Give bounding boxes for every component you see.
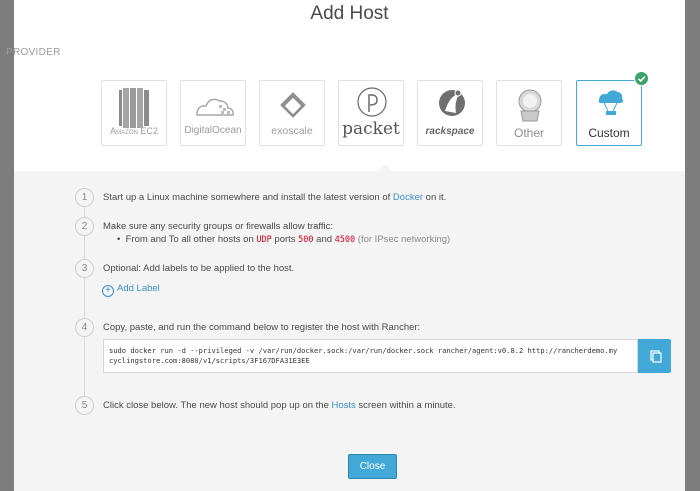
bullet-dot: • [117, 234, 126, 245]
step-4-text: Copy, paste, and run the command below t… [103, 322, 421, 333]
step-1-text: Start up a Linux machine somewhere and i… [103, 192, 446, 203]
provider-label-packet: packet [342, 119, 400, 139]
step-1-number: 1 [75, 188, 94, 207]
provider-label-rackspace: rackspace [425, 126, 475, 137]
bullet-and-text: and [313, 234, 335, 245]
selected-check-icon [634, 71, 649, 86]
add-label-button[interactable]: + Add Label [102, 283, 160, 297]
provider-label: PROVIDER [6, 47, 61, 58]
step-3-number: 3 [75, 259, 94, 278]
close-button[interactable]: Close [348, 454, 397, 479]
hosts-link[interactable]: Hosts [332, 400, 356, 411]
command-line-2: cyclingstore.com:8080/v1/scripts/3F167DF… [109, 356, 310, 365]
copy-icon [650, 350, 662, 363]
command-line-1: sudo docker run -d --privileged -v /var/… [109, 346, 618, 355]
port-4500: 4500 [334, 235, 356, 245]
step-5-number: 5 [75, 396, 94, 415]
step-3-text: Optional: Add labels to be applied to th… [103, 263, 295, 274]
provider-tile-packet[interactable]: packet [338, 80, 404, 146]
bullet-text-before: From and To all other hosts on [125, 234, 257, 245]
dialog-title: Add Host [310, 3, 389, 24]
add-host-dialog: Add Host PROVIDER Amazon EC2 DigitalOcea… [6, 0, 685, 491]
provider-label-exoscale: exoscale [271, 125, 313, 137]
copy-button[interactable] [638, 339, 671, 373]
bullet-ports-text: ports [271, 234, 299, 245]
step-2-bullet: • From and To all other hosts on UDP por… [117, 234, 450, 245]
provider-tile-other[interactable]: Other [496, 80, 562, 146]
provider-tile-exoscale[interactable]: exoscale [259, 80, 325, 146]
digitalocean-icon [196, 98, 234, 116]
step-2-number: 2 [75, 217, 94, 236]
exoscale-icon [280, 92, 306, 118]
selection-caret [378, 164, 392, 171]
provider-label-custom: Custom [588, 126, 630, 140]
provider-label-amazon-ec2: Amazon EC2 [110, 126, 158, 136]
add-label-text: Add Label [117, 283, 160, 294]
provider-label-digitalocean: DigitalOcean [184, 125, 242, 136]
provider-label-other: Other [513, 126, 544, 140]
step-5-text-before: Click close below. The new host should p… [103, 400, 332, 411]
amazon-ec2-icon [119, 88, 149, 128]
provider-section: Add Host PROVIDER Amazon EC2 DigitalOcea… [6, 0, 685, 171]
step-5-text-after: screen within a minute. [355, 400, 456, 411]
rackspace-icon [439, 89, 465, 116]
step-5-text: Click close below. The new host should p… [103, 400, 456, 411]
step-4-number: 4 [75, 318, 94, 337]
protocol-udp: UDP [256, 235, 272, 245]
provider-tile-amazon-ec2[interactable]: Amazon EC2 [101, 80, 167, 146]
provider-tile-custom[interactable]: Custom [576, 80, 642, 146]
port-500: 500 [298, 235, 314, 245]
provider-tile-rackspace[interactable]: rackspace [417, 80, 483, 146]
docker-link[interactable]: Docker [393, 192, 423, 203]
step-2-text: Make sure any security groups or firewal… [103, 221, 334, 232]
plus-icon: + [102, 285, 114, 297]
register-command-box[interactable]: sudo docker run -d --privileged -v /var/… [103, 339, 638, 373]
step-1-text-after: on it. [423, 192, 447, 203]
provider-tile-digitalocean[interactable]: DigitalOcean [180, 80, 246, 146]
ipsec-note: (for IPsec networking) [355, 234, 451, 245]
step-1-text-before: Start up a Linux machine somewhere and i… [103, 192, 393, 203]
